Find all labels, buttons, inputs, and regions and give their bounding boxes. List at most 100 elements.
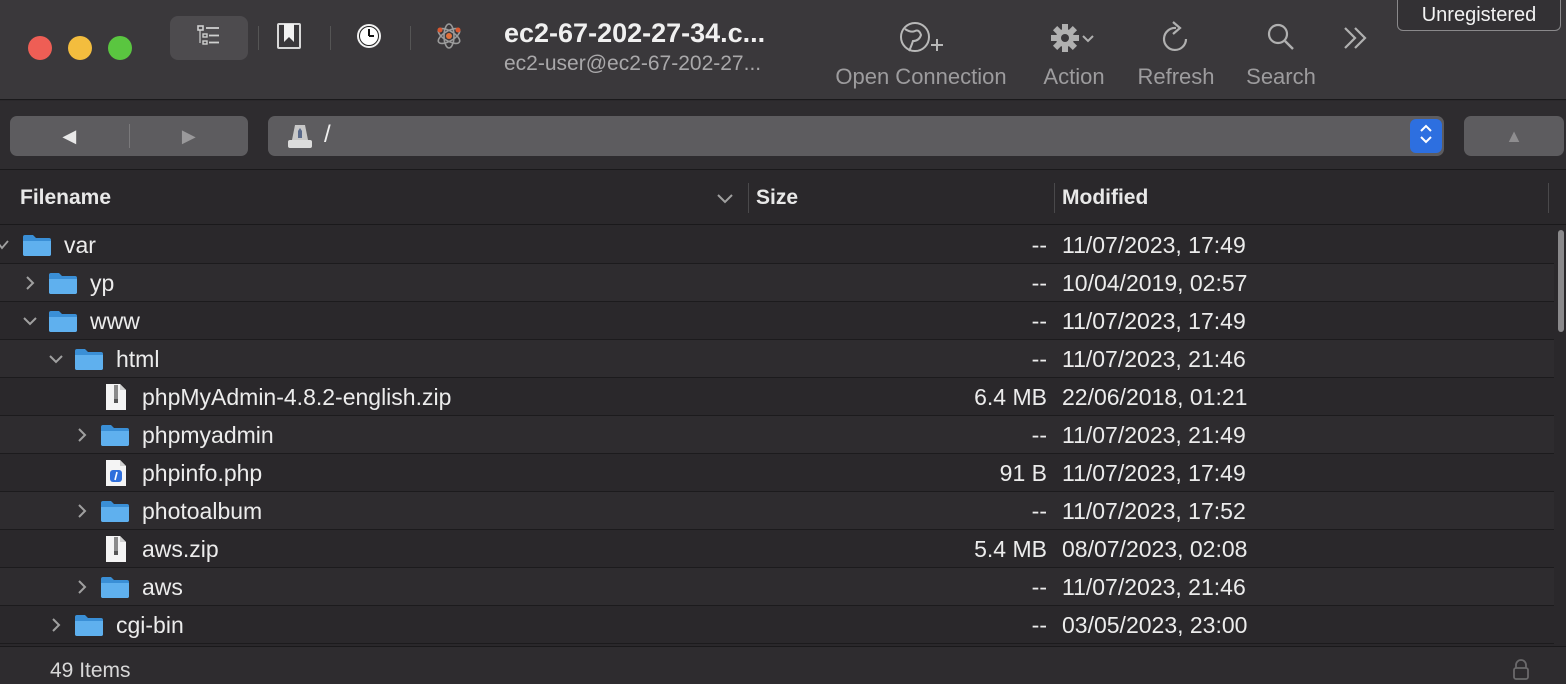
refresh-button[interactable]: Refresh <box>1134 18 1218 90</box>
file-list-header: Filename Size Modified <box>0 171 1566 225</box>
zip-file-icon <box>104 383 128 416</box>
file-modified: 22/06/2018, 01:21 <box>1062 384 1248 410</box>
file-modified: 08/07/2023, 02:08 <box>1062 536 1248 562</box>
file-row[interactable]: cgi-bin -- 03/05/2023, 23:00 <box>0 606 1554 644</box>
file-name: phpMyAdmin-4.8.2-english.zip <box>142 384 452 410</box>
toolbar-overflow-button[interactable] <box>1336 18 1376 62</box>
bookmark-icon <box>276 22 302 55</box>
file-row[interactable]: www -- 11/07/2023, 17:49 <box>0 302 1554 340</box>
unregistered-badge[interactable]: Unregistered <box>1397 0 1561 31</box>
file-list: var -- 11/07/2023, 17:49 yp -- 10/04/2019, 02… <box>0 226 1554 644</box>
modified-column-header[interactable]: Modified <box>1062 171 1148 225</box>
toolbar: ec2-67-202-27-34.c... ec2-user@ec2-67-20… <box>0 0 1566 100</box>
search-label: Search <box>1246 64 1316 89</box>
file-size: -- <box>1031 422 1047 448</box>
folder-icon <box>48 271 78 300</box>
action-menu-button[interactable]: Action <box>1038 18 1110 90</box>
disclosure-collapsed-icon[interactable] <box>72 568 92 606</box>
file-modified: 11/07/2023, 21:49 <box>1062 422 1246 448</box>
action-label: Action <box>1043 64 1105 89</box>
browser-view-button[interactable] <box>170 16 248 60</box>
file-row[interactable]: aws -- 11/07/2023, 21:46 <box>0 568 1554 606</box>
filename-column-header[interactable]: Filename <box>20 171 111 225</box>
folder-icon <box>22 233 52 262</box>
file-modified: 11/07/2023, 17:52 <box>1062 498 1246 524</box>
file-row[interactable]: phpMyAdmin-4.8.2-english.zip 6.4 MB 22/06/… <box>0 378 1554 416</box>
zoom-window-button[interactable] <box>108 36 132 60</box>
path-selector[interactable]: / <box>268 116 1444 156</box>
disclosure-expanded-icon[interactable] <box>46 340 66 378</box>
file-row[interactable]: phpmyadmin -- 11/07/2023, 21:49 <box>0 416 1554 454</box>
connection-title: ec2-67-202-27-34.c... <box>504 18 766 48</box>
file-size: 91 B <box>999 460 1047 486</box>
path-popup-stepper[interactable] <box>1410 119 1442 153</box>
back-button[interactable]: ◀ <box>10 116 129 156</box>
bonjour-icon <box>434 21 464 56</box>
disclosure-collapsed-icon[interactable] <box>72 492 92 530</box>
folder-icon <box>100 423 130 452</box>
item-count: 49 Items <box>50 659 131 682</box>
disk-icon <box>286 122 314 155</box>
search-button[interactable]: Search <box>1240 18 1322 90</box>
folder-icon <box>100 499 130 528</box>
open-connection-button[interactable]: Open Connection <box>830 18 1012 90</box>
folder-icon <box>100 575 130 604</box>
file-size: -- <box>1031 270 1047 296</box>
file-modified: 11/07/2023, 21:46 <box>1062 346 1246 372</box>
parent-directory-button[interactable]: ▲ <box>1464 116 1564 156</box>
file-name: html <box>116 346 160 372</box>
file-name: photoalbum <box>142 498 263 524</box>
bookmarks-button[interactable] <box>266 16 312 60</box>
file-size: 6.4 MB <box>974 384 1047 410</box>
file-name: cgi-bin <box>116 612 184 638</box>
file-row[interactable]: var -- 11/07/2023, 17:49 <box>0 226 1554 264</box>
clock-icon <box>355 22 383 55</box>
history-button[interactable] <box>346 16 392 60</box>
file-name: phpinfo.php <box>142 460 263 486</box>
gear-icon <box>1049 18 1099 58</box>
file-modified: 10/04/2019, 02:57 <box>1062 270 1248 296</box>
forward-button[interactable]: ▶ <box>130 116 249 156</box>
file-row[interactable]: phpinfo.php 91 B 11/07/2023, 17:49 <box>0 454 1554 492</box>
file-row[interactable]: photoalbum -- 11/07/2023, 17:52 <box>0 492 1554 530</box>
minimize-window-button[interactable] <box>68 36 92 60</box>
folder-icon <box>48 309 78 338</box>
file-name: aws <box>142 574 183 600</box>
connection-subtitle: ec2-user@ec2-67-202-27... <box>504 52 762 75</box>
file-name: aws.zip <box>142 536 219 562</box>
close-window-button[interactable] <box>28 36 52 60</box>
folder-icon <box>74 347 104 376</box>
refresh-label: Refresh <box>1137 64 1215 89</box>
path-bar: ◀ ▶ / ▲ <box>0 101 1566 170</box>
disclosure-collapsed-icon[interactable] <box>72 416 92 454</box>
php-file-icon <box>104 459 128 492</box>
file-size: -- <box>1031 612 1047 638</box>
sort-chevron-down-icon[interactable] <box>716 191 734 210</box>
globe-plus-icon <box>897 18 945 58</box>
size-column-header[interactable]: Size <box>756 171 798 225</box>
file-row[interactable]: aws.zip 5.4 MB 08/07/2023, 02:08 <box>0 530 1554 568</box>
file-name: yp <box>90 270 115 296</box>
scrollbar-thumb[interactable] <box>1558 230 1564 332</box>
zip-file-icon <box>104 535 128 568</box>
bonjour-button[interactable] <box>426 16 472 60</box>
file-modified: 11/07/2023, 17:49 <box>1062 460 1246 486</box>
lock-icon <box>1512 659 1530 684</box>
disclosure-collapsed-icon[interactable] <box>20 264 40 302</box>
outline-list-icon <box>195 23 223 54</box>
disclosure-expanded-icon[interactable] <box>20 302 40 340</box>
navigation-segmented-control: ◀ ▶ <box>10 116 248 156</box>
vertical-scrollbar[interactable] <box>1554 226 1566 644</box>
file-modified: 11/07/2023, 17:49 <box>1062 308 1246 334</box>
file-row[interactable]: yp -- 10/04/2019, 02:57 <box>0 264 1554 302</box>
disclosure-expanded-icon[interactable] <box>0 226 14 264</box>
file-modified: 03/05/2023, 23:00 <box>1062 612 1248 638</box>
disclosure-collapsed-icon[interactable] <box>46 606 66 644</box>
refresh-icon <box>1158 18 1194 58</box>
file-name: phpmyadmin <box>142 422 274 448</box>
file-modified: 11/07/2023, 21:46 <box>1062 574 1246 600</box>
file-size: -- <box>1031 308 1047 334</box>
up-down-chevron-icon <box>1418 122 1434 151</box>
file-row[interactable]: html -- 11/07/2023, 21:46 <box>0 340 1554 378</box>
file-size: -- <box>1031 574 1047 600</box>
